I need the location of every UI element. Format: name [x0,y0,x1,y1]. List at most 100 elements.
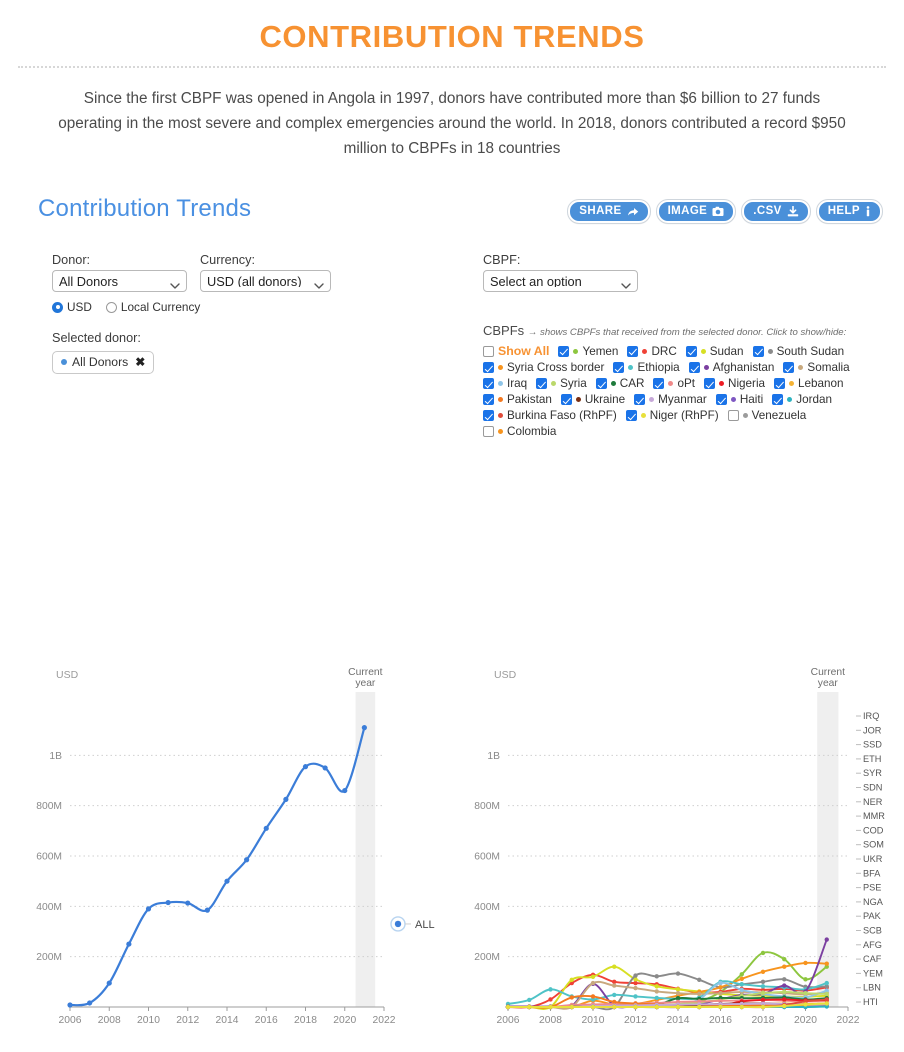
country-code-label-som[interactable]: SOM [863,840,884,850]
data-point[interactable] [590,994,596,999]
data-point[interactable] [824,980,829,986]
cbpf-legend-item-burkina-faso-rhpf[interactable]: Burkina Faso (RhPF) [483,409,617,422]
checkbox-myanmar[interactable] [634,394,646,405]
total-contributions-chart[interactable]: USD Current year 200M 400M 600M 800M 1B 2006 2008… [12,657,452,1052]
data-point[interactable] [654,995,659,1001]
data-point[interactable] [654,984,659,989]
data-point[interactable] [612,992,617,998]
data-point[interactable] [244,857,250,863]
cbpf-legend-item-pakistan[interactable]: Pakistan [483,393,552,406]
data-point[interactable] [342,787,348,794]
data-point[interactable] [675,987,681,992]
data-point[interactable] [569,1004,574,1010]
series-line-total-contributions[interactable] [68,726,366,1007]
data-point[interactable] [697,1004,702,1010]
data-point[interactable] [675,995,681,1001]
cbpf-legend-item-lebanon[interactable]: Lebanon [774,377,844,390]
data-point[interactable] [739,1004,744,1010]
data-point[interactable] [803,990,808,996]
data-point[interactable] [633,973,638,978]
data-point[interactable] [548,987,553,992]
data-point[interactable] [612,983,617,988]
data-point[interactable] [283,796,289,802]
data-point[interactable] [612,979,617,985]
checkbox-somalia[interactable] [783,362,795,373]
data-point[interactable] [782,964,787,969]
cbpf-legend-item-drc[interactable]: DRC [627,345,677,358]
checkbox-yemen[interactable] [558,345,570,357]
data-point[interactable] [782,956,787,962]
data-point[interactable] [739,982,744,987]
checkbox-afghanistan[interactable] [688,362,700,373]
cbpf-legend-item-afghanistan[interactable]: Afghanistan [688,361,774,374]
cbpf-legend-item-haiti[interactable]: Haiti [715,393,763,406]
data-point[interactable] [569,995,574,1000]
data-point[interactable] [612,999,617,1005]
data-point[interactable] [224,878,230,884]
country-code-label-ssd[interactable]: SSD [863,740,882,750]
data-point[interactable] [782,989,787,995]
data-point[interactable] [675,971,681,976]
data-point[interactable] [654,989,659,994]
data-point[interactable] [739,987,744,993]
checkbox-niger-rhpf[interactable] [625,410,637,421]
data-point[interactable] [527,997,532,1003]
cbpf-legend-item-yemen[interactable]: Yemen [558,345,618,358]
data-point[interactable] [824,937,829,942]
data-point[interactable] [824,1001,829,1006]
data-point[interactable] [760,979,766,985]
cbpf-legend-item-colombia[interactable]: Colombia [483,425,556,438]
checkbox-sudan[interactable] [685,345,697,357]
data-point[interactable] [718,985,723,990]
data-point[interactable] [633,985,638,991]
selected-donor-chip[interactable]: All Donors ✖ [52,351,155,374]
cbpf-legend-item-nigeria[interactable]: Nigeria [704,377,765,390]
data-point[interactable] [633,994,638,999]
data-point[interactable] [633,980,638,986]
country-code-label-ner[interactable]: NER [863,797,883,807]
data-point[interactable] [505,1004,511,1010]
cbpf-legend-item-car[interactable]: CAR [595,377,644,390]
cbpf-select[interactable]: Select an option [483,270,638,292]
data-point[interactable] [322,765,328,771]
cbpf-legend-item-opt[interactable]: oPt [653,377,695,390]
cbpf-legend-item-ethiopia[interactable]: Ethiopia [613,361,680,374]
data-point[interactable] [760,984,766,989]
country-code-label-irq[interactable]: IRQ [863,711,879,721]
data-point[interactable] [782,977,787,982]
data-point[interactable] [67,1002,73,1008]
checkbox-venezuela[interactable] [727,410,739,421]
data-point[interactable] [697,991,702,997]
cbpf-legend-item-venezuela[interactable]: Venezuela [727,409,806,422]
data-point[interactable] [824,961,829,966]
country-code-label-ukr[interactable]: UKR [863,854,883,864]
data-point[interactable] [760,950,766,956]
checkbox-colombia[interactable] [483,426,494,437]
cbpf-legend-item-somalia[interactable]: Somalia [783,361,850,374]
checkbox-ukraine[interactable] [560,394,572,405]
country-code-label-eth[interactable]: ETH [863,754,881,764]
data-point[interactable] [633,1004,638,1010]
checkbox-opt[interactable] [653,378,665,389]
checkbox-syria[interactable] [536,378,548,389]
checkbox-haiti[interactable] [715,394,727,405]
data-point[interactable] [782,983,787,988]
data-point[interactable] [782,1003,787,1009]
data-point[interactable] [803,977,808,982]
data-point[interactable] [697,977,702,983]
data-point[interactable] [106,980,112,986]
data-point[interactable] [675,1004,681,1010]
image-button[interactable]: IMAGE [655,199,737,224]
data-point[interactable] [654,974,659,979]
data-point[interactable] [718,1004,723,1010]
country-code-label-nga[interactable]: NGA [863,897,884,907]
csv-button[interactable]: .CSV [741,199,811,224]
data-point[interactable] [612,1004,617,1010]
data-point[interactable] [263,825,269,831]
checkbox-lebanon[interactable] [774,378,786,389]
country-code-label-afg[interactable]: AFG [863,940,882,950]
currency-select[interactable]: USD (all donors) [200,270,331,292]
data-point[interactable] [302,764,309,770]
checkbox-syria-cross-border[interactable] [483,362,494,373]
cbpf-legend-item-niger-rhpf[interactable]: Niger (RhPF) [625,409,719,422]
